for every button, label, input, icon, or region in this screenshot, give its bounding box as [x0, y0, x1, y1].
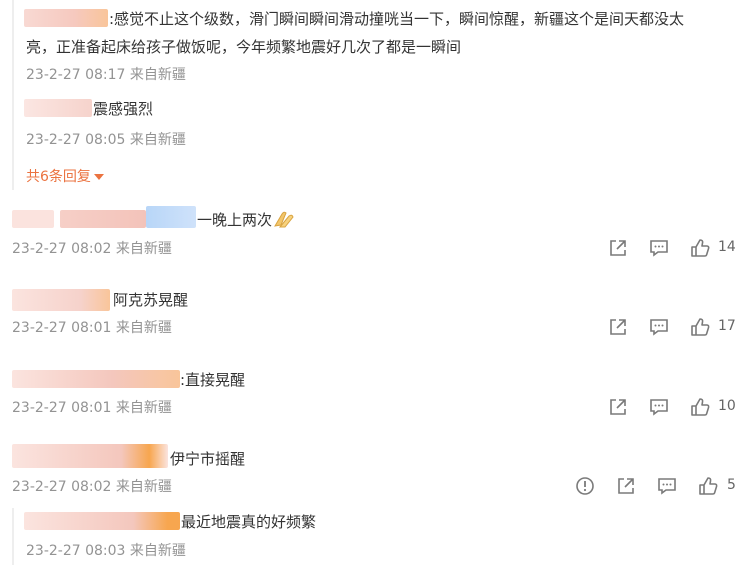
praying-hands-emoji	[272, 208, 296, 230]
username-redacted	[60, 210, 146, 228]
like-icon[interactable]	[689, 237, 711, 259]
reply-meta: 23-2-27 08:03 来自新疆	[26, 543, 186, 559]
like-icon[interactable]	[689, 316, 711, 338]
like-count: 5	[727, 477, 736, 493]
comment-icon[interactable]	[648, 396, 670, 418]
share-icon[interactable]	[607, 396, 629, 418]
username-redacted	[24, 99, 92, 117]
more-replies-link[interactable]: 共6条回复	[26, 166, 104, 186]
like-count: 14	[718, 239, 736, 255]
reply-thread-rule	[12, 508, 14, 565]
comment-meta: 23-2-27 08:02 来自新疆	[12, 479, 172, 495]
share-icon[interactable]	[607, 237, 629, 259]
like-count: 17	[718, 318, 736, 334]
reply-text: 亮，正准备起床给孩子做饭呢，今年频繁地震好几次了都是一瞬间	[26, 38, 462, 56]
share-icon[interactable]	[615, 475, 637, 497]
comment-text: 阿克苏晃醒	[113, 291, 189, 309]
comment-icon[interactable]	[648, 316, 670, 338]
like-icon[interactable]	[689, 396, 711, 418]
like-icon[interactable]	[697, 475, 719, 497]
more-replies-label[interactable]: 共6条回复	[26, 169, 91, 185]
username-redacted	[12, 210, 54, 228]
username-redacted	[146, 206, 196, 228]
username-redacted	[12, 370, 180, 388]
comment-icon[interactable]	[656, 475, 678, 497]
username-redacted	[24, 512, 180, 530]
reply-meta: 23-2-27 08:17 来自新疆	[26, 67, 186, 83]
comment-text: :直接晃醒	[180, 371, 246, 389]
reply-text: 最近地震真的好频繁	[181, 513, 317, 531]
comment-meta: 23-2-27 08:02 来自新疆	[12, 241, 172, 257]
reply-text: 震感强烈	[93, 100, 154, 118]
comment-text: 伊宁市摇醒	[170, 450, 246, 468]
comment-text: 一晚上两次	[197, 211, 273, 229]
reply-meta: 23-2-27 08:05 来自新疆	[26, 132, 186, 148]
username-redacted	[12, 444, 168, 468]
reply-thread-rule	[12, 0, 14, 190]
comment-meta: 23-2-27 08:01 来自新疆	[12, 320, 172, 336]
report-icon[interactable]	[574, 475, 596, 497]
username-redacted	[24, 9, 108, 27]
like-count: 10	[718, 398, 736, 414]
chevron-down-icon	[93, 174, 104, 180]
share-icon[interactable]	[607, 316, 629, 338]
comment-icon[interactable]	[648, 237, 670, 259]
reply-text: :感觉不止这个级数，滑门瞬间瞬间滑动撞咣当一下，瞬间惊醒，新疆这个是间天都没太	[109, 10, 685, 28]
username-redacted	[12, 289, 110, 311]
comment-meta: 23-2-27 08:01 来自新疆	[12, 400, 172, 416]
